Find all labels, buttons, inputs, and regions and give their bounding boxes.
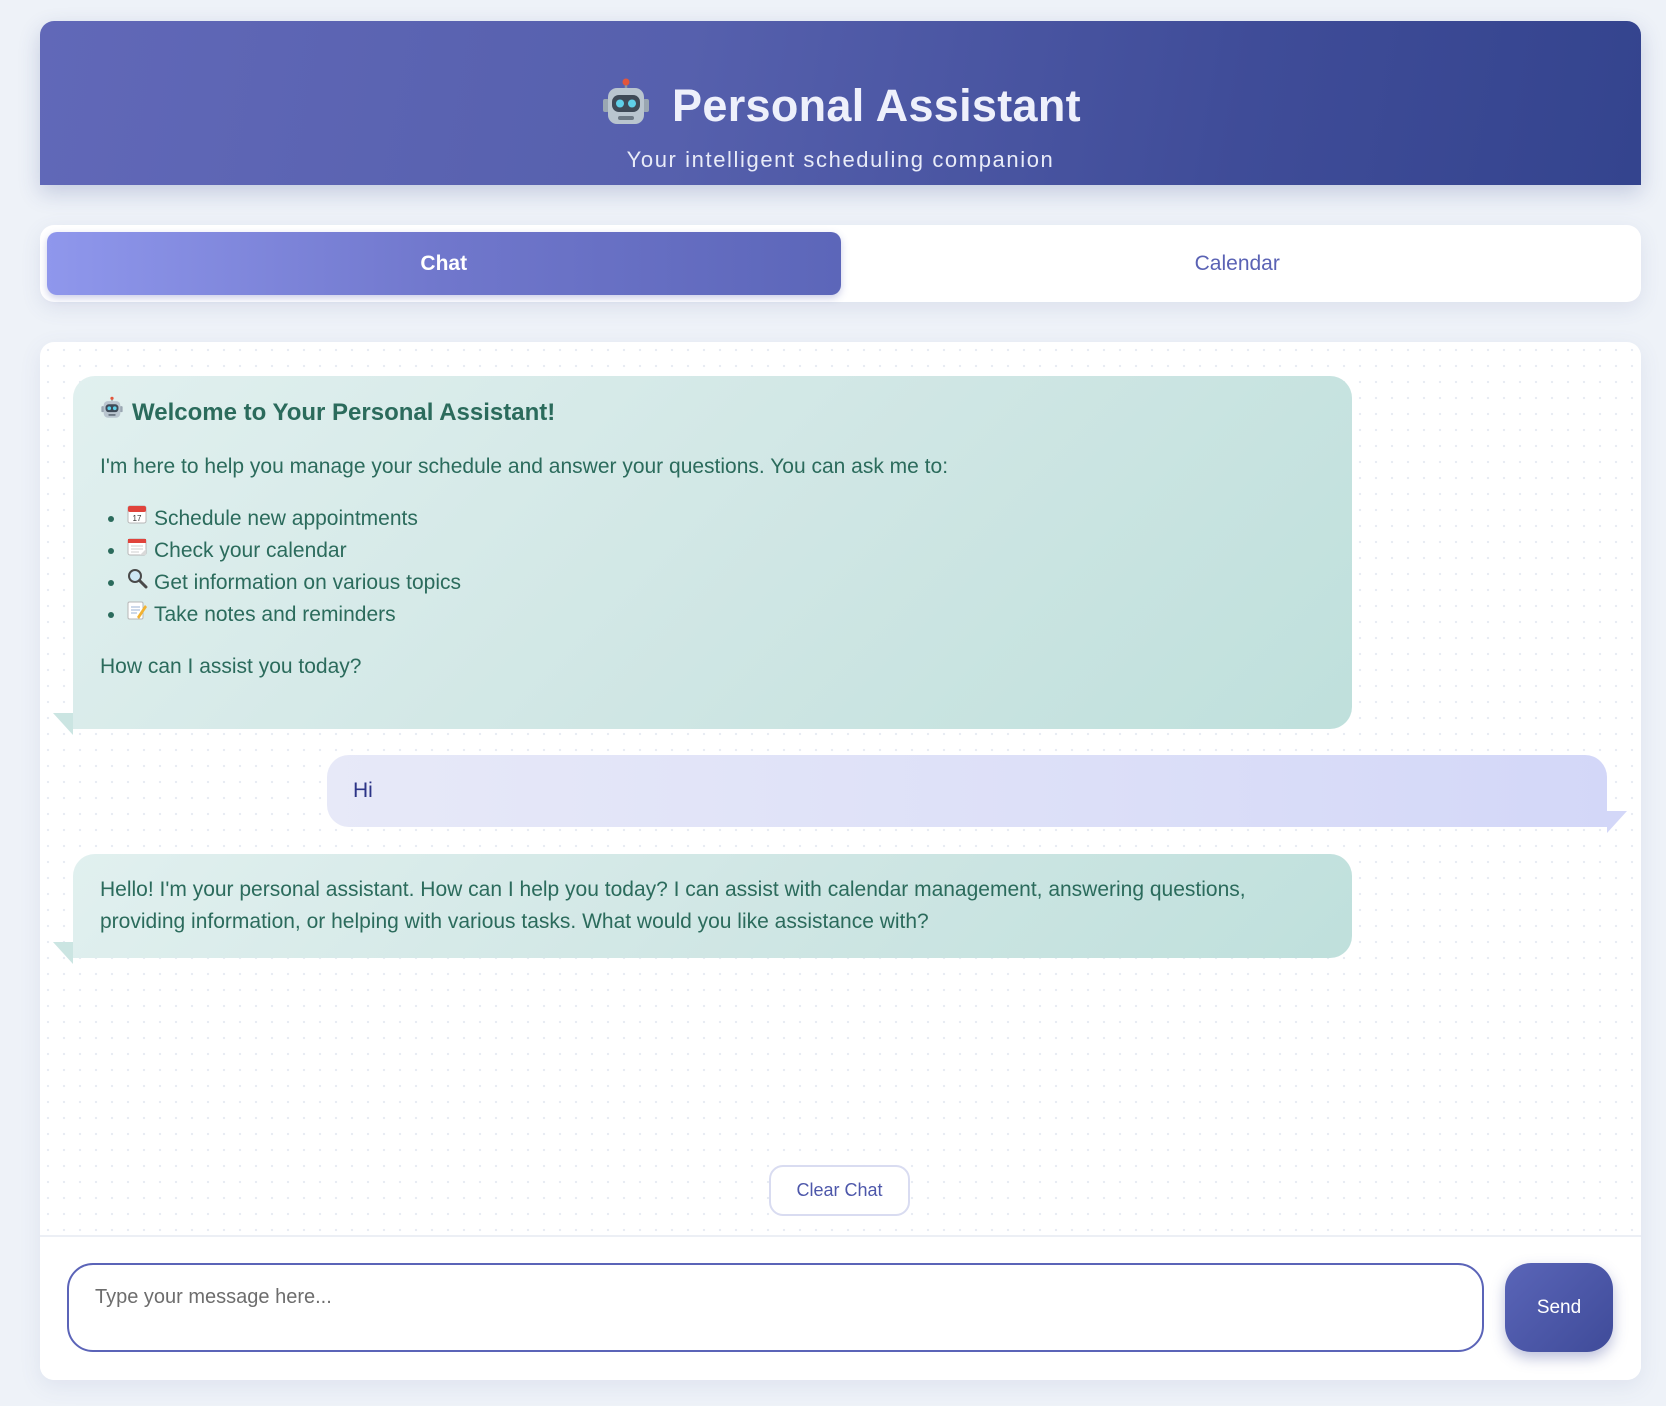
robot-icon xyxy=(100,396,124,429)
send-button[interactable]: Send xyxy=(1505,1263,1613,1352)
calendar-icon: 17 xyxy=(126,503,154,535)
app-subtitle: Your intelligent scheduling companion xyxy=(626,147,1055,172)
list-item: 17 Schedule new appointments xyxy=(108,503,1325,535)
memo-icon xyxy=(126,599,154,631)
list-item: Check your calendar xyxy=(108,535,1325,567)
bullet xyxy=(108,548,114,554)
chat-panel: Welcome to Your Personal Assistant! I'm … xyxy=(40,342,1641,1380)
capabilities-list: 17 Schedule new appointments Check your … xyxy=(100,503,1325,631)
assistant-reply-text: Hello! I'm your personal assistant. How … xyxy=(100,878,1246,933)
bullet xyxy=(108,612,114,618)
list-item: Get information on various topics xyxy=(108,567,1325,599)
list-item: Take notes and reminders xyxy=(108,599,1325,631)
clear-chat-button[interactable]: Clear Chat xyxy=(769,1165,910,1216)
user-message-text: Hi xyxy=(353,779,373,802)
tab-bar: Chat Calendar xyxy=(40,225,1641,302)
list-item-text: Get information on various topics xyxy=(154,571,461,594)
welcome-intro: I'm here to help you manage your schedul… xyxy=(100,455,949,478)
welcome-heading-text: Welcome to Your Personal Assistant! xyxy=(132,398,556,426)
bullet xyxy=(108,516,114,522)
bullet xyxy=(108,580,114,586)
message-composer: Send xyxy=(40,1235,1641,1380)
user-message: Hi xyxy=(327,755,1627,833)
robot-icon xyxy=(600,77,652,134)
app-header: Personal Assistant Your intelligent sche… xyxy=(40,21,1641,185)
tab-calendar[interactable]: Calendar xyxy=(841,232,1635,295)
message-input[interactable] xyxy=(67,1263,1484,1352)
list-item-text: Check your calendar xyxy=(154,539,347,562)
svg-text:17: 17 xyxy=(133,514,142,523)
list-item-text: Schedule new appointments xyxy=(154,507,418,530)
assistant-welcome-message: Welcome to Your Personal Assistant! I'm … xyxy=(53,376,1352,735)
tab-chat[interactable]: Chat xyxy=(47,232,841,295)
magnifier-icon xyxy=(126,567,154,599)
app-title: Personal Assistant xyxy=(672,79,1081,131)
spiral-calendar-icon xyxy=(126,535,154,567)
assistant-reply-message: Hello! I'm your personal assistant. How … xyxy=(53,854,1352,964)
welcome-closing: How can I assist you today? xyxy=(100,655,362,678)
welcome-heading: Welcome to Your Personal Assistant! xyxy=(100,396,1325,429)
list-item-text: Take notes and reminders xyxy=(154,603,396,626)
header-title-row: Personal Assistant xyxy=(40,77,1641,134)
